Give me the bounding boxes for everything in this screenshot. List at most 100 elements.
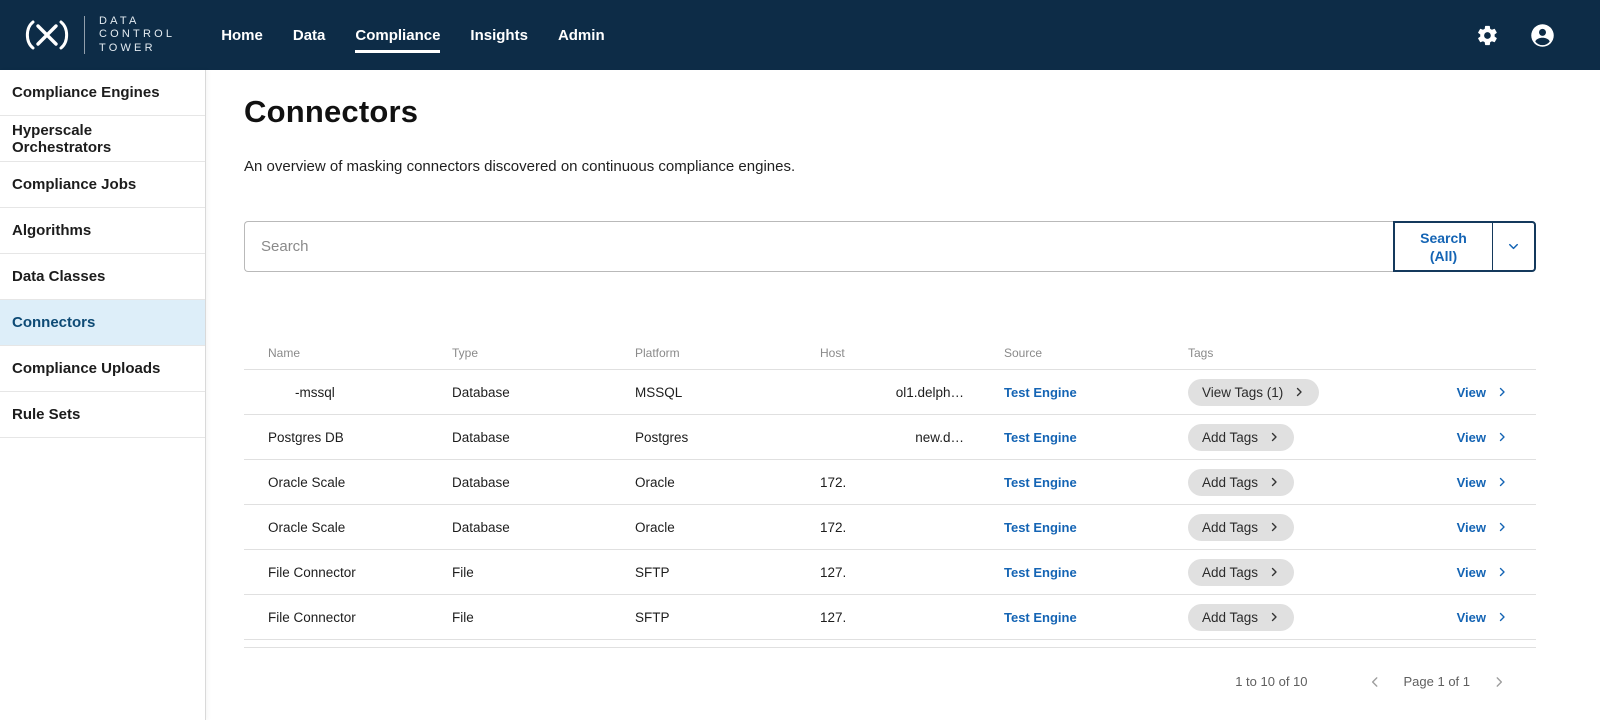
view-link-label: View bbox=[1457, 520, 1486, 535]
sidebar-item-label: Compliance Uploads bbox=[12, 360, 160, 377]
previous-page-button[interactable] bbox=[1368, 675, 1382, 689]
tags-button-label: View Tags (1) bbox=[1202, 385, 1283, 400]
cell-type: File bbox=[452, 565, 635, 580]
source-link[interactable]: Test Engine bbox=[1004, 520, 1077, 535]
column-header-label: Type bbox=[452, 346, 478, 360]
table-row: Postgres DB Database Postgres new.d… Tes… bbox=[244, 415, 1536, 460]
table-row: File Connector File SFTP 127. Test Engin… bbox=[244, 550, 1536, 595]
cell-type: Database bbox=[452, 475, 635, 490]
cell-host: 127. bbox=[820, 610, 1004, 625]
brand-divider bbox=[84, 16, 85, 54]
chevron-right-icon bbox=[1496, 386, 1508, 398]
sidebar-item-compliance-uploads[interactable]: Compliance Uploads bbox=[0, 346, 205, 392]
sidebar-item-compliance-engines[interactable]: Compliance Engines bbox=[0, 70, 205, 116]
sidebar-item-label: Compliance Engines bbox=[12, 84, 160, 101]
view-link[interactable]: View bbox=[1457, 385, 1508, 400]
chevron-right-icon bbox=[1268, 521, 1280, 533]
view-link[interactable]: View bbox=[1457, 565, 1508, 580]
source-link[interactable]: Test Engine bbox=[1004, 565, 1077, 580]
search-button[interactable]: Search (All) bbox=[1395, 223, 1492, 270]
source-link[interactable]: Test Engine bbox=[1004, 385, 1077, 400]
sidebar-nav: Compliance Engines Hyperscale Orchestrat… bbox=[0, 70, 206, 720]
sidebar-item-label: Data Classes bbox=[12, 268, 105, 285]
view-link-label: View bbox=[1457, 475, 1486, 490]
sidebar-item-hyperscale-orchestrators[interactable]: Hyperscale Orchestrators bbox=[0, 116, 205, 162]
nav-item-compliance[interactable]: Compliance bbox=[355, 0, 440, 70]
view-link[interactable]: View bbox=[1457, 520, 1508, 535]
source-link[interactable]: Test Engine bbox=[1004, 475, 1077, 490]
tags-button[interactable]: Add Tags bbox=[1188, 559, 1294, 586]
view-link[interactable]: View bbox=[1457, 610, 1508, 625]
connectors-table: Name Type Platform Host Source Tags -mss… bbox=[244, 336, 1536, 648]
top-navbar: DATA CONTROL TOWER Home Data Compliance … bbox=[0, 0, 1600, 70]
chevron-right-icon bbox=[1496, 476, 1508, 488]
sidebar-item-algorithms[interactable]: Algorithms bbox=[0, 208, 205, 254]
table-bottom-border bbox=[244, 640, 1536, 648]
pagination: 1 to 10 of 10 Page 1 of 1 bbox=[244, 674, 1536, 689]
tags-button-label: Add Tags bbox=[1202, 430, 1258, 445]
view-link[interactable]: View bbox=[1457, 430, 1508, 445]
cell-type: Database bbox=[452, 430, 635, 445]
sidebar-item-label: Compliance Jobs bbox=[12, 176, 136, 193]
table-row: File Connector File SFTP 127. Test Engin… bbox=[244, 595, 1536, 640]
nav-item-label: Insights bbox=[470, 27, 528, 44]
sidebar-item-label: Hyperscale Orchestrators bbox=[12, 122, 193, 156]
search-scope-dropdown[interactable] bbox=[1492, 223, 1534, 270]
cell-host: new.d… bbox=[820, 430, 1004, 445]
search-input[interactable] bbox=[244, 221, 1393, 272]
source-link[interactable]: Test Engine bbox=[1004, 610, 1077, 625]
tags-button[interactable]: View Tags (1) bbox=[1188, 379, 1319, 406]
sidebar-item-rule-sets[interactable]: Rule Sets bbox=[0, 392, 205, 438]
tags-button-label: Add Tags bbox=[1202, 520, 1258, 535]
nav-item-admin[interactable]: Admin bbox=[558, 0, 605, 70]
chevron-right-icon bbox=[1496, 611, 1508, 623]
cell-platform: Oracle bbox=[635, 520, 820, 535]
column-header-platform: Platform bbox=[635, 346, 820, 360]
chevron-right-icon bbox=[1496, 566, 1508, 578]
cell-host: 172. bbox=[820, 475, 1004, 490]
brand-home-link[interactable]: DATA CONTROL TOWER bbox=[24, 15, 175, 56]
tags-button-label: Add Tags bbox=[1202, 565, 1258, 580]
dct-logo-icon bbox=[24, 20, 70, 50]
tags-button[interactable]: Add Tags bbox=[1188, 514, 1294, 541]
sidebar-item-compliance-jobs[interactable]: Compliance Jobs bbox=[0, 162, 205, 208]
chevron-right-icon bbox=[1268, 476, 1280, 488]
account-icon[interactable] bbox=[1529, 22, 1556, 49]
column-header-type: Type bbox=[452, 346, 635, 360]
column-header-label: Host bbox=[820, 346, 845, 360]
column-header-source: Source bbox=[1004, 346, 1188, 360]
view-link-label: View bbox=[1457, 610, 1486, 625]
navbar-icons bbox=[1476, 22, 1556, 49]
chevron-right-icon bbox=[1496, 431, 1508, 443]
source-link[interactable]: Test Engine bbox=[1004, 430, 1077, 445]
column-header-tags: Tags bbox=[1188, 346, 1388, 360]
chevron-right-icon bbox=[1268, 566, 1280, 578]
view-link-label: View bbox=[1457, 430, 1486, 445]
tags-button[interactable]: Add Tags bbox=[1188, 424, 1294, 451]
chevron-right-icon bbox=[1268, 431, 1280, 443]
next-page-button[interactable] bbox=[1492, 675, 1506, 689]
main-nav: Home Data Compliance Insights Admin bbox=[221, 0, 604, 70]
nav-item-insights[interactable]: Insights bbox=[470, 0, 528, 70]
chevron-right-icon bbox=[1293, 386, 1305, 398]
cell-name: Postgres DB bbox=[244, 430, 452, 445]
brand-text: DATA CONTROL TOWER bbox=[99, 15, 175, 56]
nav-item-label: Compliance bbox=[355, 27, 440, 44]
cell-platform: SFTP bbox=[635, 565, 820, 580]
brand-line-2: CONTROL bbox=[99, 28, 175, 42]
tags-button[interactable]: Add Tags bbox=[1188, 469, 1294, 496]
sidebar-item-label: Rule Sets bbox=[12, 406, 80, 423]
nav-item-home[interactable]: Home bbox=[221, 0, 263, 70]
sidebar-item-data-classes[interactable]: Data Classes bbox=[0, 254, 205, 300]
cell-name: -mssql bbox=[244, 385, 452, 400]
sidebar-item-connectors[interactable]: Connectors bbox=[0, 300, 205, 346]
gear-icon[interactable] bbox=[1476, 24, 1499, 47]
search-bar: Search (All) bbox=[244, 221, 1536, 272]
chevron-right-icon bbox=[1492, 675, 1506, 689]
table-row: -mssql Database MSSQL ol1.delph… Test En… bbox=[244, 370, 1536, 415]
cell-type: File bbox=[452, 610, 635, 625]
pagination-page: Page 1 of 1 bbox=[1404, 674, 1471, 689]
view-link[interactable]: View bbox=[1457, 475, 1508, 490]
tags-button[interactable]: Add Tags bbox=[1188, 604, 1294, 631]
nav-item-data[interactable]: Data bbox=[293, 0, 326, 70]
